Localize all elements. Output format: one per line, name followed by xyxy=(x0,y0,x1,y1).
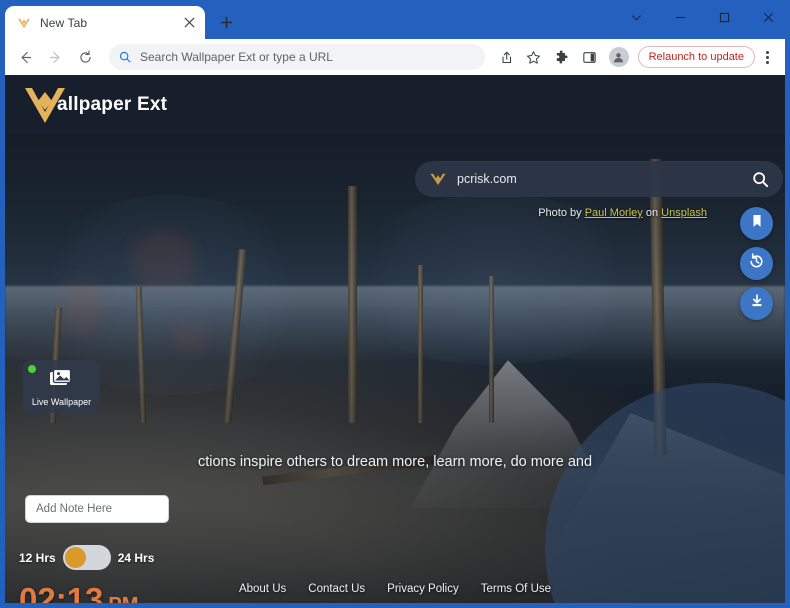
close-icon[interactable] xyxy=(746,2,790,32)
puzzle-piece-icon[interactable] xyxy=(549,44,575,70)
search-icon xyxy=(119,51,131,63)
hour-format-switch[interactable] xyxy=(62,545,111,570)
switch-knob xyxy=(64,547,86,568)
new-tab-page: allpaper Ext pcrisk.com Photo by Paul Mo… xyxy=(5,75,785,603)
download-button[interactable] xyxy=(740,287,773,320)
brand-name: allpaper Ext xyxy=(57,94,168,115)
active-dot-icon xyxy=(28,365,36,373)
photo-credit: Photo by Paul Morley on Unsplash xyxy=(538,207,707,219)
clock-meridiem: PM xyxy=(108,594,138,603)
wallpaper-ext-logo-icon xyxy=(429,172,447,186)
hour-format-toggle-row: 12 Hrs 24 Hrs xyxy=(19,545,154,570)
new-tab-button[interactable] xyxy=(212,8,240,36)
maximize-icon[interactable] xyxy=(702,2,746,32)
browser-window: New Tab Search Wallpaper Ext or type a U… xyxy=(0,0,790,608)
watermark-glow xyxy=(335,195,655,365)
newtab-topbar: allpaper Ext xyxy=(5,75,785,135)
wallpaper-ext-logo-icon xyxy=(16,15,32,31)
window-controls xyxy=(614,0,790,39)
omnibox-address-bar[interactable]: Search Wallpaper Ext or type a URL xyxy=(109,44,485,70)
reload-icon[interactable] xyxy=(71,43,99,71)
search-icon[interactable] xyxy=(749,168,771,190)
browser-toolbar: Search Wallpaper Ext or type a URL Relau… xyxy=(5,39,785,75)
footer-link-about-us[interactable]: About Us xyxy=(239,583,286,595)
browser-tab[interactable]: New Tab xyxy=(5,6,205,39)
live-wallpaper-label: Live Wallpaper xyxy=(31,396,92,407)
hour-format-24-label: 24 Hrs xyxy=(117,550,155,565)
back-arrow-icon[interactable] xyxy=(11,43,39,71)
photo-source-link[interactable]: Unsplash xyxy=(661,207,707,219)
hour-format-12-label: 12 Hrs xyxy=(19,550,56,565)
share-icon[interactable] xyxy=(493,44,519,70)
bookmark-icon xyxy=(749,213,765,234)
tab-strip: New Tab xyxy=(0,0,790,39)
footer-links: About Us Contact Us Privacy Policy Terms… xyxy=(5,583,785,595)
history-button[interactable] xyxy=(740,247,773,280)
footer-link-terms-of-use[interactable]: Terms Of Use xyxy=(481,583,551,595)
image-stack-icon xyxy=(49,367,75,394)
brand-logo-link[interactable]: allpaper Ext xyxy=(21,83,167,127)
search-input-value: pcrisk.com xyxy=(457,172,517,186)
chevron-down-icon[interactable] xyxy=(614,2,658,32)
relaunch-to-update-button[interactable]: Relaunch to update xyxy=(637,46,755,68)
wallpaper-background xyxy=(5,75,785,603)
three-dot-menu-icon[interactable] xyxy=(757,44,777,70)
tab-title: New Tab xyxy=(40,15,88,30)
minimize-icon[interactable] xyxy=(658,2,702,32)
footer-link-privacy-policy[interactable]: Privacy Policy xyxy=(387,583,459,595)
live-wallpaper-button[interactable]: Live Wallpaper xyxy=(23,360,100,413)
bookmark-button[interactable] xyxy=(740,207,773,240)
download-icon xyxy=(749,293,765,314)
photo-credit-middle: on xyxy=(642,207,662,219)
add-note-input[interactable]: Add Note Here xyxy=(25,495,169,523)
wallpaper-search-box[interactable]: pcrisk.com xyxy=(415,161,783,197)
quote-text: ctions inspire others to dream more, lea… xyxy=(197,454,593,470)
photo-credit-prefix: Photo by xyxy=(538,207,585,219)
footer-link-contact-us[interactable]: Contact Us xyxy=(308,583,365,595)
photo-author-link[interactable]: Paul Morley xyxy=(585,207,643,219)
side-panel-icon[interactable] xyxy=(577,44,603,70)
omnibox-placeholder: Search Wallpaper Ext or type a URL xyxy=(140,50,333,64)
add-note-placeholder: Add Note Here xyxy=(36,503,113,515)
profile-avatar-icon[interactable] xyxy=(608,47,629,67)
star-icon[interactable] xyxy=(521,44,547,70)
relaunch-label: Relaunch to update xyxy=(648,51,744,63)
close-icon[interactable] xyxy=(181,15,197,31)
forward-arrow-icon[interactable] xyxy=(41,43,69,71)
side-action-buttons xyxy=(740,207,773,320)
history-icon xyxy=(748,252,765,275)
